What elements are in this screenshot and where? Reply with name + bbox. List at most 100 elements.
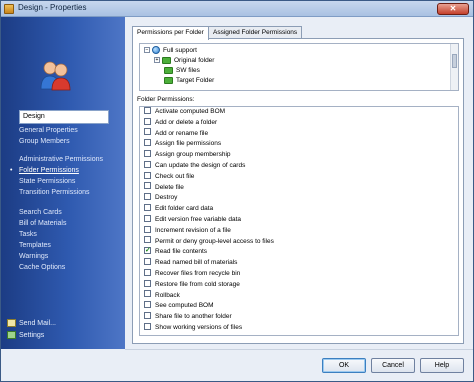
settings-link[interactable]: Settings xyxy=(7,330,56,342)
send-mail-label: Send Mail... xyxy=(19,320,56,327)
folder-icon xyxy=(164,76,173,84)
permission-row[interactable]: See computed BOM xyxy=(140,301,458,312)
cancel-button[interactable]: Cancel xyxy=(371,358,415,373)
permission-checkbox[interactable] xyxy=(144,139,151,147)
permission-checkbox[interactable] xyxy=(144,290,151,298)
send-mail-link[interactable]: Send Mail... xyxy=(7,318,56,330)
permission-row[interactable]: Assign file permissions xyxy=(140,139,458,150)
nav-group-permissions: Administrative Permissions • Folder Perm… xyxy=(10,154,103,198)
permission-checkbox[interactable] xyxy=(144,117,151,125)
permission-row[interactable]: Restore file from cold storage xyxy=(140,279,458,291)
permission-checkbox[interactable] xyxy=(144,225,151,233)
permission-row[interactable]: Rollback xyxy=(140,290,458,302)
tree-node-target-folder[interactable]: Target Folder xyxy=(164,76,214,85)
expand-icon[interactable]: + xyxy=(154,57,160,64)
permission-row[interactable]: Edit version free variable data xyxy=(140,214,458,226)
permission-label: Activate computed BOM xyxy=(155,108,226,115)
permission-row[interactable]: Activate computed BOM xyxy=(140,107,458,118)
tab-panel: − Full support + Original folder SW files … xyxy=(132,38,464,344)
tree-node-original-folder[interactable]: + Original folder xyxy=(154,56,214,65)
nav-transition-permissions[interactable]: Transition Permissions xyxy=(19,187,103,198)
permission-checkbox[interactable] xyxy=(144,160,151,168)
nav-templates[interactable]: Templates xyxy=(19,240,66,251)
title-bar[interactable]: Design - Properties ✕ xyxy=(1,1,473,17)
nav-folder-permissions-label: Folder Permissions xyxy=(19,167,79,174)
permission-checkbox[interactable] xyxy=(144,322,151,330)
nav-general-properties[interactable]: General Properties xyxy=(19,125,78,136)
permission-checkbox[interactable] xyxy=(144,311,151,319)
permission-row[interactable]: Permit or deny group-level access to fil… xyxy=(140,236,458,248)
mail-icon xyxy=(7,319,16,328)
permission-row[interactable]: Increment revision of a file xyxy=(140,225,458,237)
permission-checkbox[interactable] xyxy=(144,203,151,211)
permission-row[interactable]: Delete file xyxy=(140,182,458,194)
footer-divider xyxy=(125,349,473,350)
permission-label: Read named bill of materials xyxy=(155,259,238,267)
permission-checkbox[interactable] xyxy=(144,182,151,190)
permission-label: Assign file permissions xyxy=(155,140,222,148)
nav-tasks[interactable]: Tasks xyxy=(19,229,66,240)
permission-checkbox[interactable] xyxy=(144,128,151,136)
permission-label: Assign group membership xyxy=(155,151,231,159)
permission-label: See computed BOM xyxy=(155,302,214,310)
permission-row[interactable]: Assign group membership xyxy=(140,149,458,161)
nav-group-other: Search Cards Bill of Materials Tasks Tem… xyxy=(19,207,66,273)
permission-label: Check out file xyxy=(155,172,195,180)
folder-icon xyxy=(162,56,171,64)
ok-button[interactable]: OK xyxy=(322,358,366,373)
permission-row[interactable]: Can update the design of cards xyxy=(140,160,458,172)
permission-label: Restore file from cold storage xyxy=(155,280,240,288)
help-button[interactable]: Help xyxy=(420,358,464,373)
group-avatar-icon xyxy=(40,61,71,91)
permission-row[interactable]: Check out file xyxy=(140,171,458,183)
folder-tree[interactable]: − Full support + Original folder SW files … xyxy=(139,43,459,91)
nav-folder-permissions[interactable]: • Folder Permissions xyxy=(10,165,103,176)
permission-label: Show working versions of files xyxy=(155,323,243,331)
permission-checkbox[interactable] xyxy=(144,236,151,244)
permission-row[interactable]: Recover files from recycle bin xyxy=(140,268,458,280)
tree-node-sw-files[interactable]: SW files xyxy=(164,66,200,75)
permission-checkbox[interactable] xyxy=(144,171,151,179)
permission-row[interactable]: Add or delete a folder xyxy=(140,117,458,129)
permission-row[interactable]: ✓ Read file contents xyxy=(140,247,458,258)
close-button[interactable]: ✕ xyxy=(437,3,469,15)
permission-checkbox[interactable] xyxy=(144,301,151,309)
permission-label: Increment revision of a file xyxy=(155,226,231,234)
vault-icon xyxy=(152,46,160,55)
tree-scroll-thumb[interactable] xyxy=(452,54,457,68)
collapse-icon[interactable]: − xyxy=(144,47,150,54)
nav-search-cards[interactable]: Search Cards xyxy=(19,207,66,218)
active-bullet-icon: • xyxy=(10,167,13,174)
permission-label: Destroy xyxy=(155,194,178,202)
permission-label: Can update the design of cards xyxy=(155,161,246,169)
permission-row[interactable]: Edit folder card data xyxy=(140,203,458,215)
settings-label: Settings xyxy=(19,332,45,339)
tree-node-label: SW files xyxy=(176,67,200,74)
permission-checkbox[interactable]: ✓ xyxy=(144,247,151,255)
nav-bill-of-materials[interactable]: Bill of Materials xyxy=(19,218,66,229)
settings-icon xyxy=(7,331,16,340)
nav-state-permissions[interactable]: State Permissions xyxy=(19,176,103,187)
permission-checkbox[interactable] xyxy=(144,193,151,201)
permission-checkbox[interactable] xyxy=(144,107,151,114)
permission-checkbox[interactable] xyxy=(144,257,151,265)
permission-checkbox[interactable] xyxy=(144,268,151,276)
nav-warnings[interactable]: Warnings xyxy=(19,251,66,262)
permission-row[interactable]: Add or rename file xyxy=(140,128,458,140)
permission-row[interactable]: Share file to another folder xyxy=(140,311,458,323)
tree-node-root[interactable]: − Full support xyxy=(144,46,197,55)
permission-row[interactable]: Read named bill of materials xyxy=(140,257,458,269)
nav-cache-options[interactable]: Cache Options xyxy=(19,262,66,273)
permission-checkbox[interactable] xyxy=(144,149,151,157)
permission-label: Share file to another folder xyxy=(155,313,232,321)
permission-checkbox[interactable] xyxy=(144,214,151,222)
permission-row[interactable]: Show working versions of files xyxy=(140,322,458,334)
nav-administrative-permissions[interactable]: Administrative Permissions xyxy=(19,154,103,165)
tree-scrollbar[interactable] xyxy=(450,44,458,90)
nav-group-members[interactable]: Group Members xyxy=(19,136,78,147)
group-name-field[interactable]: Design xyxy=(19,110,109,124)
permission-row[interactable]: Destroy xyxy=(140,193,458,204)
permission-checkbox[interactable] xyxy=(144,279,151,287)
sidebar: Design General Properties Group Members … xyxy=(1,17,125,349)
tab-permissions-per-folder[interactable]: Permissions per Folder xyxy=(132,26,209,40)
